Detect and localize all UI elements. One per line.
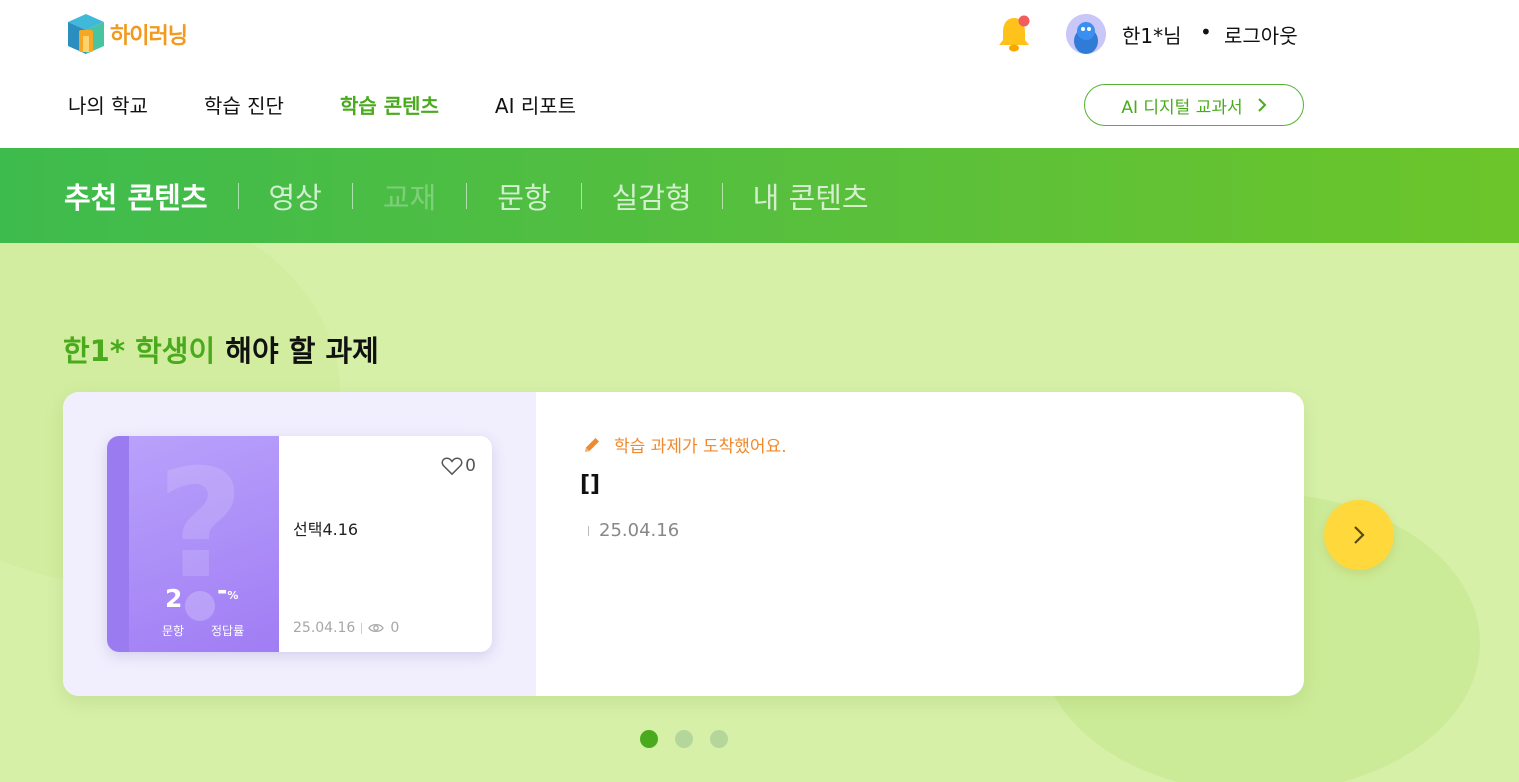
task-title: [] xyxy=(580,472,601,497)
book-date: 25.04.16 xyxy=(293,620,356,636)
assignment-card-left: ? 2 문항 -% 정답률 0 선택4.16 25.04.16 0 xyxy=(63,392,536,696)
tab-divider xyxy=(466,182,468,209)
bell-icon xyxy=(999,15,1030,52)
assignment-notice-text: 학습 과제가 도착했어요. xyxy=(614,437,787,457)
assignment-card-right: 학습 과제가 도착했어요. [] 25.04.16 xyxy=(536,392,1304,696)
tab-immersive[interactable]: 실감형 xyxy=(612,175,692,217)
book-info: 0 선택4.16 25.04.16 0 xyxy=(279,436,492,652)
section-title-rest: 해야 할 과제 xyxy=(215,334,379,368)
book-title: 선택4.16 xyxy=(293,520,359,539)
book-cover: ? 2 문항 -% 정답률 xyxy=(129,436,279,652)
view-count: 0 xyxy=(390,620,400,636)
avatar[interactable] xyxy=(1066,14,1106,54)
chevron-right-icon xyxy=(1354,526,1365,544)
pagination-dot-2[interactable] xyxy=(675,730,693,748)
user-name: 한1*님 xyxy=(1122,24,1182,48)
question-count-label: 문항 xyxy=(162,624,185,638)
tab-recommended[interactable]: 추천 콘텐츠 xyxy=(64,175,208,217)
tab-textbook[interactable]: 교재 xyxy=(383,175,436,217)
header: 하이러닝 한1*님 • 로그아웃 나의 학교 학습 진단 학습 콘텐츠 AI 리… xyxy=(0,0,1519,148)
tab-divider xyxy=(351,182,353,209)
task-date: 25.04.16 xyxy=(599,520,680,541)
logo[interactable]: 하이러닝 xyxy=(66,12,188,56)
content-book-card[interactable]: ? 2 문항 -% 정답률 0 선택4.16 25.04.16 0 xyxy=(107,436,492,652)
separator-dot: • xyxy=(1200,20,1212,44)
main-navigation: 나의 학교 학습 진단 학습 콘텐츠 AI 리포트 xyxy=(68,90,632,119)
task-date-row: 25.04.16 xyxy=(588,520,679,541)
tab-questions[interactable]: 문항 xyxy=(497,175,550,217)
book-meta: 25.04.16 0 xyxy=(293,620,399,636)
tab-video[interactable]: 영상 xyxy=(269,175,322,217)
heart-icon xyxy=(441,457,463,476)
date-divider xyxy=(588,525,589,536)
section-title-student: 한1* 학생이 xyxy=(63,334,216,368)
correct-rate-label: 정답률 xyxy=(211,624,245,638)
like-count: 0 xyxy=(465,456,476,476)
nav-learning-diagnosis[interactable]: 학습 진단 xyxy=(204,90,284,119)
meta-divider xyxy=(361,622,363,634)
notification-bell[interactable] xyxy=(994,14,1034,54)
assignment-notice: 학습 과제가 도착했어요. xyxy=(582,432,787,457)
like-button[interactable]: 0 xyxy=(441,456,476,476)
logo-icon xyxy=(68,14,104,54)
carousel-next-button[interactable] xyxy=(1324,500,1394,570)
main-content: 한1* 학생이 해야 할 과제 ? 2 문항 -% 정답률 0 선택4.16 2… xyxy=(0,243,1519,782)
carousel-pagination xyxy=(640,730,728,748)
tab-divider xyxy=(721,182,723,209)
book-spine xyxy=(107,436,129,652)
correct-rate: -% xyxy=(217,576,239,605)
question-count: 2 xyxy=(165,584,183,613)
tab-divider xyxy=(580,182,582,209)
content-tab-bar: 추천 콘텐츠 영상 교재 문항 실감형 내 콘텐츠 xyxy=(0,148,1519,243)
ai-digital-textbook-button[interactable]: AI 디지털 교과서 xyxy=(1084,84,1304,126)
nav-ai-report[interactable]: AI 리포트 xyxy=(495,90,576,119)
pencil-icon xyxy=(585,437,599,452)
chevron-right-icon xyxy=(1257,98,1267,112)
pagination-dot-1[interactable] xyxy=(640,730,658,748)
section-title: 한1* 학생이 해야 할 과제 xyxy=(63,328,379,370)
nav-learning-contents[interactable]: 학습 콘텐츠 xyxy=(340,90,439,119)
assignment-card[interactable]: ? 2 문항 -% 정답률 0 선택4.16 25.04.16 0 학습 과제가… xyxy=(63,392,1304,696)
logout-link[interactable]: 로그아웃 xyxy=(1224,20,1298,49)
tab-my-contents[interactable]: 내 콘텐츠 xyxy=(753,175,869,217)
tab-divider xyxy=(237,182,239,209)
avatar-character-icon xyxy=(1066,14,1106,54)
pagination-dot-3[interactable] xyxy=(710,730,728,748)
eye-icon xyxy=(368,623,385,633)
cover-decoration xyxy=(185,591,215,621)
logo-text: 하이러닝 xyxy=(110,24,188,49)
nav-my-school[interactable]: 나의 학교 xyxy=(68,90,148,119)
ai-digital-textbook-label: AI 디지털 교과서 xyxy=(1121,97,1243,118)
